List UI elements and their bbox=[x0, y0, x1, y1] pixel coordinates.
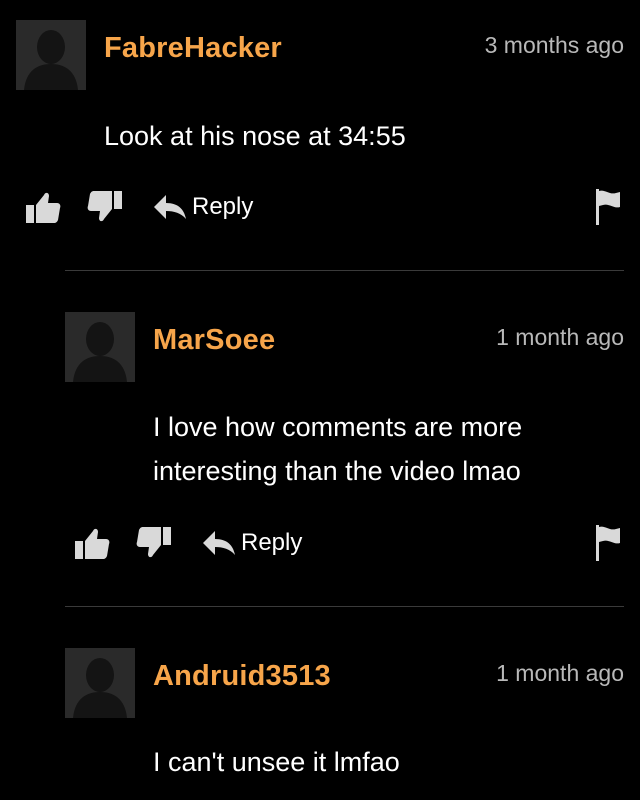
comment-item: FabreHacker 3 months ago Look at his nos… bbox=[16, 20, 640, 260]
avatar[interactable] bbox=[65, 648, 135, 718]
comment-text-line: I love how comments are more bbox=[153, 412, 523, 442]
comment-text: I can't unsee it lmfao bbox=[153, 747, 400, 777]
avatar-silhouette-icon bbox=[65, 312, 135, 382]
avatar-silhouette-icon bbox=[65, 648, 135, 718]
avatar[interactable] bbox=[16, 20, 86, 90]
comment-item: Andruid3513 1 month ago I can't unsee it… bbox=[65, 648, 640, 800]
comment-actions: Reply bbox=[24, 185, 624, 229]
username[interactable]: MarSoee bbox=[153, 324, 275, 357]
timestamp: 1 month ago bbox=[496, 324, 624, 350]
comment-text-line: interesting than the video lmao bbox=[153, 456, 521, 486]
timestamp: 3 months ago bbox=[484, 32, 624, 58]
avatar[interactable] bbox=[65, 312, 135, 382]
divider bbox=[65, 270, 624, 271]
flag-icon[interactable] bbox=[592, 187, 624, 227]
comment-text: Look at his nose at 34:55 bbox=[104, 121, 406, 151]
username[interactable]: FabreHacker bbox=[104, 32, 282, 65]
flag-icon[interactable] bbox=[592, 523, 624, 563]
comment-item: MarSoee 1 month ago I love how comments … bbox=[65, 312, 640, 572]
thumbs-up-icon[interactable] bbox=[24, 189, 62, 225]
divider bbox=[65, 606, 624, 607]
username[interactable]: Andruid3513 bbox=[153, 660, 331, 693]
reply-label: Reply bbox=[192, 193, 254, 220]
reply-arrow-icon bbox=[201, 529, 237, 557]
avatar-silhouette-icon bbox=[16, 20, 86, 90]
thumbs-up-icon[interactable] bbox=[73, 525, 111, 561]
timestamp: 1 month ago bbox=[496, 660, 624, 686]
thumbs-down-icon[interactable] bbox=[86, 189, 124, 225]
comment-actions: Reply bbox=[73, 521, 624, 565]
reply-label: Reply bbox=[241, 529, 303, 556]
comment-text: I love how comments are more interesting… bbox=[153, 405, 593, 493]
thumbs-down-icon[interactable] bbox=[135, 525, 173, 561]
reply-button[interactable]: Reply bbox=[152, 185, 253, 229]
reply-arrow-icon bbox=[152, 193, 188, 221]
reply-button[interactable]: Reply bbox=[201, 521, 302, 565]
